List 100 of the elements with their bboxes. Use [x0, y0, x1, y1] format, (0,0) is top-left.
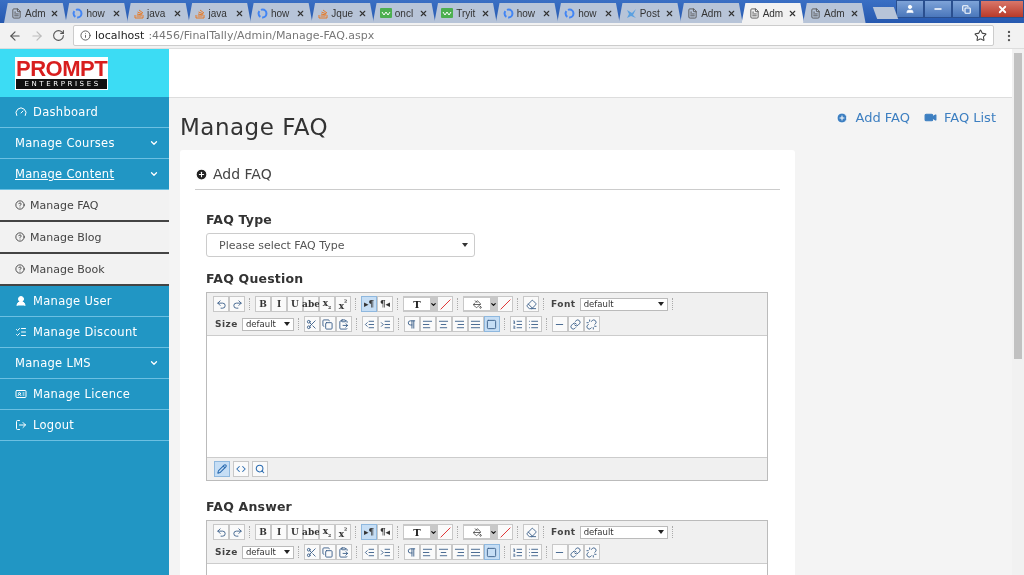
- format-button[interactable]: U: [287, 524, 303, 540]
- format-button[interactable]: x$_{₂}$: [319, 296, 335, 312]
- pencil-icon: [217, 464, 227, 474]
- toolbar-select[interactable]: default: [241, 545, 294, 559]
- format-button[interactable]: I: [271, 296, 287, 312]
- tool-button[interactable]: [523, 524, 539, 540]
- tool-button[interactable]: [403, 544, 420, 560]
- close-icon[interactable]: [542, 8, 552, 18]
- star-icon[interactable]: [974, 29, 987, 42]
- close-icon[interactable]: [849, 8, 859, 18]
- close-icon[interactable]: [603, 8, 613, 18]
- close-button[interactable]: [980, 0, 1024, 18]
- submenu-item[interactable]: Manage Book: [0, 254, 169, 286]
- mode-button[interactable]: [252, 461, 268, 477]
- close-icon[interactable]: [726, 8, 736, 18]
- tool-button[interactable]: [303, 316, 320, 332]
- scrollbar-thumb[interactable]: [1014, 53, 1022, 359]
- mode-button[interactable]: [233, 461, 249, 477]
- format-button[interactable]: x$_{₂}$: [319, 524, 335, 540]
- format-button[interactable]: ¶◂: [377, 524, 393, 540]
- code-icon: [236, 464, 246, 474]
- format-button[interactable]: abe: [303, 524, 319, 540]
- format-button[interactable]: ▸¶: [361, 296, 377, 312]
- tool-button[interactable]: [509, 316, 526, 332]
- close-icon[interactable]: [173, 8, 183, 18]
- help-icon: [15, 232, 25, 242]
- tool-button[interactable]: [361, 316, 378, 332]
- toolbar-select[interactable]: default: [241, 317, 294, 331]
- maximize-button[interactable]: [952, 0, 980, 18]
- google-icon: [256, 7, 268, 19]
- address-bar[interactable]: localhost :4456/FinalTally/Admin/Manage-FAQ.aspx: [73, 25, 994, 46]
- tool-button[interactable]: [303, 544, 320, 560]
- close-icon[interactable]: [665, 8, 675, 18]
- format-button[interactable]: abe: [303, 296, 319, 312]
- submenu-item[interactable]: Manage Blog: [0, 222, 169, 254]
- close-icon[interactable]: [788, 8, 798, 18]
- close-icon[interactable]: [234, 8, 244, 18]
- new-tab-button[interactable]: [872, 7, 899, 19]
- header-link[interactable]: FAQ List: [923, 110, 996, 125]
- color-picker[interactable]: [463, 524, 497, 540]
- browser-tab[interactable]: java: [188, 3, 251, 23]
- tool-button[interactable]: [509, 544, 526, 560]
- reload-icon[interactable]: [52, 29, 65, 42]
- submenu-item[interactable]: Manage FAQ: [0, 190, 169, 222]
- plus-icon: [836, 111, 849, 124]
- type-select[interactable]: Please select FAQ Type: [206, 233, 475, 257]
- browser-tab[interactable]: oncl: [372, 3, 436, 23]
- header-link[interactable]: Add FAQ: [836, 110, 910, 125]
- tool-button[interactable]: [229, 524, 245, 540]
- color-picker[interactable]: [463, 296, 497, 312]
- browser-tab[interactable]: Adm: [741, 3, 805, 23]
- format-button[interactable]: x$^{²}$: [335, 296, 351, 312]
- tool-button[interactable]: [551, 316, 568, 332]
- browser-tab[interactable]: Jque: [311, 3, 374, 23]
- tool-button[interactable]: [213, 524, 229, 540]
- browser-tab[interactable]: how: [65, 3, 128, 23]
- format-button[interactable]: B: [255, 524, 271, 540]
- logout-icon: [15, 419, 27, 431]
- bullet-list-icon: [528, 318, 540, 330]
- tool-button[interactable]: [523, 296, 539, 312]
- close-icon[interactable]: [111, 8, 121, 18]
- format-button[interactable]: B: [255, 296, 271, 312]
- close-icon[interactable]: [50, 8, 60, 18]
- color-picker[interactable]: T: [403, 524, 437, 540]
- close-icon[interactable]: [296, 8, 306, 18]
- browser-tab[interactable]: Adm: [803, 3, 866, 23]
- mode-button[interactable]: [214, 461, 230, 477]
- browser-tab[interactable]: how: [557, 3, 620, 23]
- browser-tab[interactable]: Tryit: [434, 3, 497, 23]
- format-button[interactable]: I: [271, 524, 287, 540]
- browser-tab[interactable]: java: [126, 3, 190, 23]
- minimize-button[interactable]: [924, 0, 952, 18]
- tool-button[interactable]: [229, 296, 245, 312]
- profile-button[interactable]: [896, 0, 924, 18]
- browser-tab[interactable]: Adm: [4, 3, 67, 23]
- close-icon[interactable]: [419, 8, 429, 18]
- close-icon[interactable]: [357, 8, 367, 18]
- browser-tab[interactable]: how: [495, 3, 559, 23]
- caret-icon: [430, 528, 437, 536]
- browser-tab[interactable]: how: [249, 3, 313, 23]
- user-icon: [15, 295, 27, 307]
- toolbar-select[interactable]: default: [579, 525, 668, 539]
- google-icon: [72, 7, 84, 19]
- format-button[interactable]: U: [287, 296, 303, 312]
- tool-button[interactable]: [403, 316, 420, 332]
- color-picker[interactable]: T: [403, 296, 437, 312]
- browser-tab[interactable]: Adm: [680, 3, 743, 23]
- undo-icon: [215, 298, 227, 310]
- format-button[interactable]: x$^{²}$: [335, 524, 351, 540]
- tool-button[interactable]: [213, 296, 229, 312]
- align-left-icon: [422, 546, 434, 558]
- close-icon[interactable]: [480, 8, 490, 18]
- browser-tab[interactable]: Post: [618, 3, 682, 23]
- tool-button[interactable]: [551, 544, 568, 560]
- format-button[interactable]: ▸¶: [361, 524, 377, 540]
- tool-button[interactable]: [361, 544, 378, 560]
- toolbar-select[interactable]: default: [579, 297, 668, 311]
- format-button[interactable]: ¶◂: [377, 296, 393, 312]
- back-icon[interactable]: [8, 28, 22, 43]
- list-icon: [15, 326, 27, 338]
